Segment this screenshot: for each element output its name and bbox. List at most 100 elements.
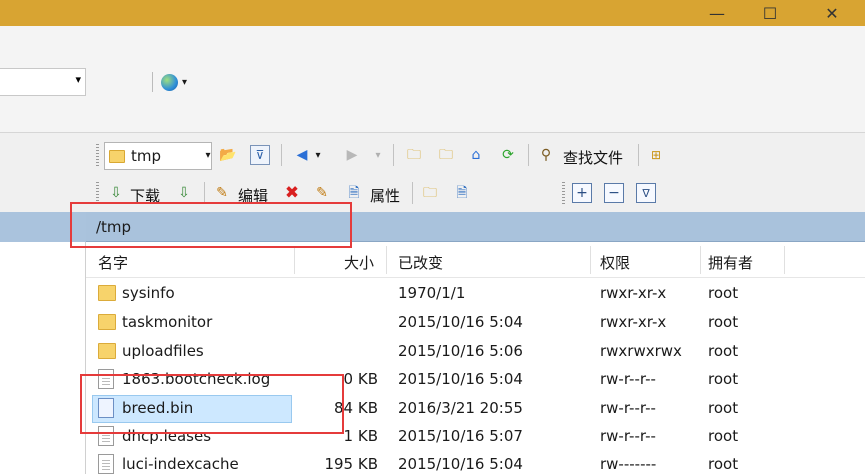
folder-icon [109,149,125,163]
column-divider[interactable] [700,246,701,274]
file-modified: 2015/10/16 5:06 [398,342,523,360]
file-permissions: rwxr-xr-x [600,313,667,331]
refresh-icon[interactable]: ⟳ [498,145,518,165]
folder-icon [98,285,116,301]
column-header-modified[interactable]: 已改变 [398,252,443,273]
file-size: 195 KB [324,455,378,473]
file-row[interactable]: 1863.bootcheck.log 0 KB 2015/10/16 5:04 … [86,365,865,394]
file-row[interactable]: taskmonitor 2015/10/16 5:04 rwxr-xr-x ro… [86,308,865,337]
toolbar-separator [152,72,153,92]
local-file-list[interactable] [0,242,86,474]
toolbar-separator [412,182,413,204]
remote-file-list[interactable]: 名字 大小 已改变 权限 拥有者 sysinfo 1970/1/1 rwxr-x… [86,242,865,474]
home-icon[interactable]: ⌂ [466,145,486,165]
toolbar-separator [281,144,282,166]
toolbar-grip[interactable] [562,182,565,204]
chevron-down-icon: ▾ [182,76,188,88]
column-header-name[interactable]: 名字 [98,252,128,273]
file-permissions: rwxr-xr-x [600,284,667,302]
toolbar-separator [528,144,529,166]
toolbar-grip[interactable] [96,144,99,166]
column-header-size[interactable]: 大小 [344,252,374,273]
root-directory-icon[interactable]: 🗀 [436,145,456,165]
file-permissions: rwxrwxrwx [600,342,682,360]
globe-icon [161,73,178,91]
local-path-bar [0,212,86,242]
find-files-button[interactable]: 查找文件 [563,147,623,168]
text-file-icon [98,369,114,389]
current-path: /tmp [96,218,132,236]
title-bar: — ☐ ✕ [0,0,865,26]
directory-combo-value: tmp [131,147,162,165]
select-all-icon[interactable]: + [572,183,592,203]
open-folder-icon[interactable]: 📂 [218,145,238,165]
file-modified: 2015/10/16 5:07 [398,427,523,445]
file-owner: root [708,313,739,331]
column-divider[interactable] [590,246,591,274]
download-options-icon[interactable]: ⇩ [174,183,194,203]
remote-path-bar[interactable]: /tmp [86,212,865,242]
column-divider[interactable] [386,246,387,274]
download-button[interactable]: 下载 [130,185,160,206]
column-divider[interactable] [784,246,785,274]
toolbar-separator [393,144,394,166]
column-header-permissions[interactable]: 权限 [600,252,630,273]
edit-button[interactable]: 编辑 [238,185,268,206]
new-folder-icon[interactable]: 🗀 [420,183,440,203]
rename-icon[interactable]: ✎ [312,183,332,203]
maximize-button[interactable]: ☐ [750,0,790,26]
file-permissions: rw-r--r-- [600,370,656,388]
file-size: 1 KB [343,427,378,445]
file-row[interactable]: sysinfo 1970/1/1 rwxr-xr-x root [86,279,865,308]
tree-view-icon[interactable]: ⊞ [646,145,666,165]
file-name: dhcp.leases [122,427,212,445]
new-file-icon[interactable]: 🗎 [452,183,472,203]
binoculars-icon[interactable]: ⚲ [536,145,556,165]
forward-arrow-icon[interactable]: ▶ [342,145,362,165]
column-divider[interactable] [294,246,295,274]
session-combo[interactable]: ▾ [0,68,86,96]
delete-icon[interactable]: ✖ [282,183,302,203]
file-name: luci-indexcache [122,455,239,473]
chevron-down-icon: ▾ [75,73,81,86]
minimize-button[interactable]: — [697,0,737,26]
file-permissions: rw-r--r-- [600,427,656,445]
network-menu-button[interactable]: ▾ [152,70,206,94]
file-name: uploadfiles [122,342,204,360]
properties-icon[interactable]: 🗎 [344,183,364,203]
file-row[interactable]: dhcp.leases 1 KB 2015/10/16 5:07 rw-r--r… [86,422,865,451]
deselect-icon[interactable]: − [604,183,624,203]
properties-button[interactable]: 属性 [370,185,400,206]
maximize-icon: ☐ [762,3,778,23]
toolbar-grip[interactable] [96,182,99,204]
text-file-icon [98,454,114,474]
chevron-down-icon[interactable]: ▾ [308,146,328,166]
remote-directory-combo[interactable]: tmp [104,142,212,170]
file-modified: 1970/1/1 [398,284,466,302]
file-list-header: 名字 大小 已改变 权限 拥有者 [86,242,865,278]
folder-icon [98,343,116,359]
column-header-owner[interactable]: 拥有者 [708,252,753,273]
filter-icon[interactable]: ⊽ [250,145,270,165]
folder-icon [98,314,116,330]
parent-directory-icon[interactable]: 🗀 [404,145,424,165]
filter-select-icon[interactable]: ∇ [636,183,656,203]
file-name: 1863.bootcheck.log [122,370,271,388]
file-size: 84 KB [334,399,378,417]
file-row-selected[interactable]: breed.bin 84 KB 2016/3/21 20:55 rw-r--r-… [86,394,865,423]
file-size: 0 KB [343,370,378,388]
chevron-down-icon[interactable]: ▾ [198,146,218,166]
file-name: breed.bin [122,399,194,417]
file-owner: root [708,455,739,473]
file-owner: root [708,399,739,417]
chevron-down-icon[interactable]: ▾ [368,146,388,166]
binary-file-icon [98,398,114,418]
download-icon[interactable]: ⇩ [106,183,126,203]
edit-pencil-icon[interactable]: ✎ [212,183,232,203]
file-row[interactable]: uploadfiles 2015/10/16 5:06 rwxrwxrwx ro… [86,337,865,366]
close-button[interactable]: ✕ [812,0,852,26]
remote-toolbar-2 [86,174,865,212]
file-modified: 2016/3/21 20:55 [398,399,523,417]
main-toolbar-area [0,26,865,133]
file-row[interactable]: luci-indexcache 195 KB 2015/10/16 5:04 r… [86,450,865,474]
